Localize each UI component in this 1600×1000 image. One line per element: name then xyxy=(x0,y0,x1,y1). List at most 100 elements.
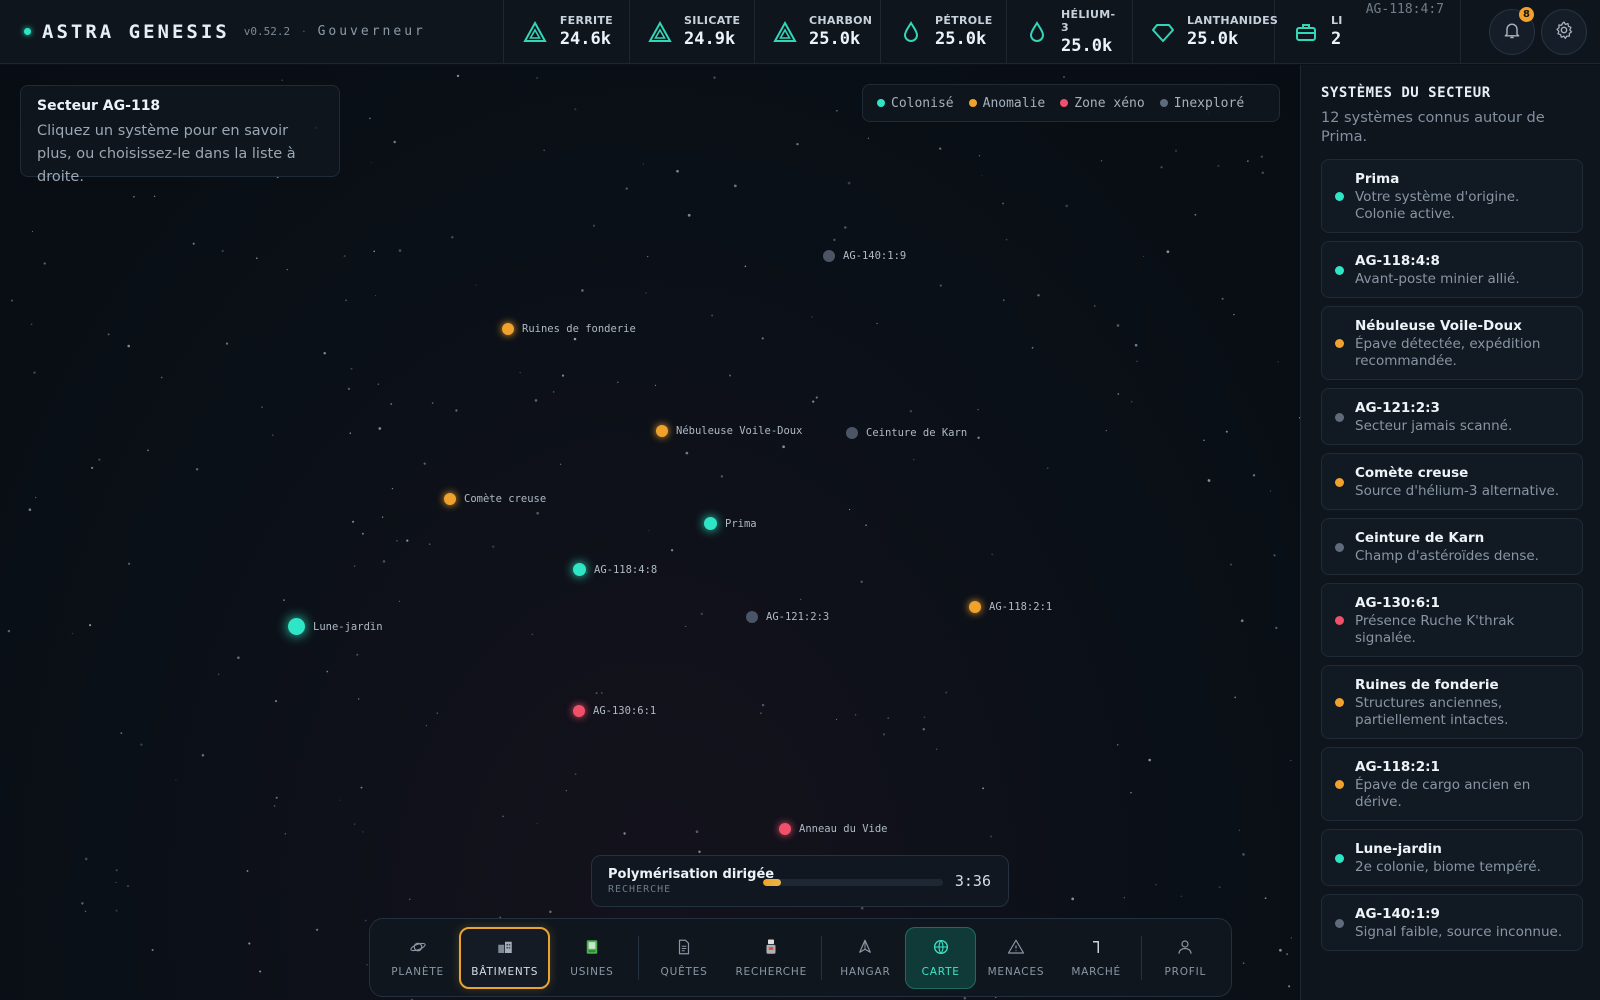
research-progress[interactable]: Polymérisation dirigée RECHERCHE 3:36 xyxy=(591,855,1009,907)
star xyxy=(406,539,409,542)
star xyxy=(133,196,135,198)
system-card[interactable]: Nébuleuse Voile-Doux Épave détectée, expé… xyxy=(1321,306,1583,380)
star xyxy=(91,466,94,469)
map-system[interactable]: Prima xyxy=(704,517,757,530)
settings-button[interactable] xyxy=(1541,9,1587,55)
star xyxy=(425,724,428,727)
star xyxy=(698,850,701,853)
resource-li[interactable]: LI 2 AG-118:4:7 xyxy=(1275,0,1461,63)
resource-charbon[interactable]: CHARBON 25.0k xyxy=(755,0,881,63)
resource-lanthanides[interactable]: LANTHANIDES 25.0k xyxy=(1133,0,1278,63)
star xyxy=(390,402,393,406)
star xyxy=(695,830,699,834)
resource-silicate[interactable]: SILICATE 24.9k xyxy=(630,0,755,63)
map-system[interactable]: AG-118:4:8 xyxy=(573,563,657,576)
star xyxy=(847,181,851,185)
system-card[interactable]: AG-140:1:9 Signal faible, source inconnue… xyxy=(1321,894,1583,951)
star xyxy=(192,242,195,245)
star xyxy=(343,254,346,258)
star xyxy=(963,997,966,1000)
droplet-icon xyxy=(1025,19,1049,45)
map-system[interactable]: AG-121:2:3 xyxy=(746,611,829,623)
warning-icon xyxy=(1007,938,1025,966)
star xyxy=(339,799,341,801)
star xyxy=(451,236,454,239)
nav-marche[interactable]: MARCHÉ xyxy=(1056,927,1137,989)
system-marker xyxy=(502,323,514,335)
star xyxy=(836,110,838,112)
star xyxy=(409,898,411,900)
nav-profil[interactable]: PROFIL xyxy=(1146,927,1225,989)
system-card[interactable]: AG-118:4:8 Avant-poste minier allié. xyxy=(1321,241,1583,298)
resource-label: HÉLIUM-3 xyxy=(1061,7,1116,34)
system-card[interactable]: Lune-jardin 2e colonie, biome tempéré. xyxy=(1321,829,1583,886)
nav-planete[interactable]: PLANÈTE xyxy=(376,927,459,989)
nav-menaces[interactable]: MENACES xyxy=(976,927,1055,989)
system-card[interactable]: Prima Votre système d'origine. Colonie ac… xyxy=(1321,159,1583,233)
star xyxy=(1136,360,1138,362)
star xyxy=(353,565,356,567)
star xyxy=(1288,985,1291,988)
star xyxy=(865,524,867,527)
map-system[interactable]: Ceinture de Karn xyxy=(846,427,967,439)
star xyxy=(492,545,495,548)
notifications-button[interactable]: 8 xyxy=(1489,7,1535,55)
star xyxy=(601,692,603,694)
star xyxy=(115,909,118,912)
map-system[interactable]: Anneau du Vide xyxy=(779,823,888,835)
star xyxy=(733,184,737,188)
sector-title: Secteur AG-118 xyxy=(37,98,161,114)
nav-usines[interactable]: USINES xyxy=(550,927,633,989)
sector-map[interactable]: Secteur AG-118 Cliquez un système pour e… xyxy=(0,65,1300,1000)
bell-icon xyxy=(1502,20,1522,44)
star xyxy=(1148,758,1151,762)
nav-recherche[interactable]: RECHERCHE xyxy=(726,927,817,989)
map-system[interactable]: AG-130:6:1 xyxy=(573,705,656,717)
star xyxy=(913,458,915,461)
map-system[interactable]: Comète creuse xyxy=(444,493,546,505)
status-dot xyxy=(1335,192,1344,201)
nav-carte[interactable]: CARTE xyxy=(905,926,977,989)
star xyxy=(887,717,889,719)
star xyxy=(1286,953,1288,955)
star xyxy=(120,732,123,734)
star xyxy=(28,508,32,512)
system-card[interactable]: Ruines de fonderie Structures anciennes, … xyxy=(1321,665,1583,739)
legend-colonise: Colonisé xyxy=(877,96,954,111)
star xyxy=(552,391,555,393)
resource-value: 25.0k xyxy=(935,29,987,49)
star xyxy=(812,400,815,403)
star xyxy=(375,295,377,297)
map-system[interactable]: AG-140:1:9 xyxy=(823,250,906,262)
star xyxy=(1221,297,1224,300)
resource-label: LI xyxy=(1331,14,1343,27)
star xyxy=(860,580,863,583)
resource-ferrite[interactable]: FERRITE 24.6k xyxy=(504,0,630,63)
resource-value: 24.6k xyxy=(559,29,611,49)
system-card[interactable]: AG-118:2:1 Épave de cargo ancien en dériv… xyxy=(1321,747,1583,821)
map-system[interactable]: Nébuleuse Voile-Doux xyxy=(656,425,802,437)
brand-separator: · xyxy=(302,25,306,38)
resource-helium3[interactable]: HÉLIUM-3 25.0k xyxy=(1007,0,1133,63)
map-system[interactable]: AG-118:2:1 xyxy=(969,601,1052,613)
system-card[interactable]: AG-130:6:1 Présence Ruche K'thrak signalé… xyxy=(1321,583,1583,657)
nav-batiments[interactable]: BÂTIMENTS xyxy=(459,926,551,989)
nav-hangar[interactable]: HANGAR xyxy=(826,927,905,989)
star xyxy=(1174,149,1178,152)
map-system[interactable]: Ruines de fonderie xyxy=(502,323,636,335)
system-card[interactable]: Comète creuse Source d'hélium-3 alternati… xyxy=(1321,453,1583,510)
star xyxy=(115,881,117,883)
status-dot xyxy=(1335,542,1344,552)
resource-label: CHARBON xyxy=(809,14,873,27)
star xyxy=(382,560,386,563)
resource-petrole[interactable]: PÉTROLE 25.0k xyxy=(881,0,1007,63)
nav-quetes[interactable]: QUÊTES xyxy=(643,927,726,989)
map-system[interactable]: Lune-jardin xyxy=(288,618,383,635)
system-marker xyxy=(656,425,668,437)
star xyxy=(642,163,644,165)
system-card[interactable]: Ceinture de Karn Champ d'astéroïdes dense… xyxy=(1321,518,1583,575)
star xyxy=(456,74,460,78)
star xyxy=(356,653,359,656)
star xyxy=(835,718,838,720)
system-card[interactable]: AG-121:2:3 Secteur jamais scanné. xyxy=(1321,388,1583,445)
